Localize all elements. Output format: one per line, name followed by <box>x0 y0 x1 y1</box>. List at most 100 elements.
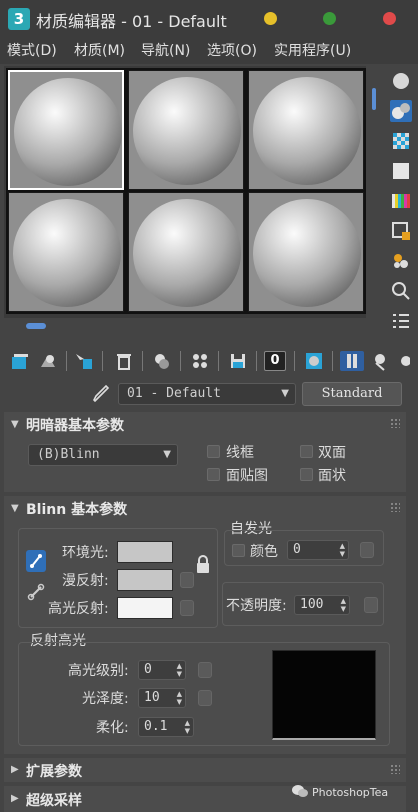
menu-utilities[interactable]: 实用程序(U) <box>274 40 351 60</box>
menu-modes[interactable]: 模式(D) <box>7 40 57 60</box>
wire-label: 线框 <box>226 445 254 461</box>
color-bars-icon[interactable] <box>390 190 412 212</box>
get-material-icon[interactable] <box>10 351 30 371</box>
options-icon[interactable] <box>390 280 412 302</box>
self-illum-spinner[interactable]: 0 ▲ ▼ <box>287 540 349 560</box>
eyedropper-icon[interactable] <box>92 384 110 404</box>
chevron-down-icon: ▼ <box>163 449 171 460</box>
diffuse-map-button[interactable] <box>180 572 194 588</box>
wechat-icon <box>292 785 308 797</box>
material-toolbar: 0 <box>0 345 418 377</box>
menu-navigation[interactable]: 导航(N) <box>141 40 190 60</box>
put-to-scene-icon[interactable] <box>38 351 58 371</box>
wire-checkbox[interactable] <box>207 445 220 458</box>
lock-ambient-diffuse-icon[interactable] <box>26 550 46 572</box>
specular-level-map-button[interactable] <box>198 662 212 678</box>
sample-slot-1[interactable] <box>8 70 124 190</box>
soften-spinner[interactable]: 0.1 ▲ ▼ <box>138 717 194 737</box>
material-id-channel-button[interactable]: 0 <box>264 351 286 371</box>
spinner-arrows-icon: ▲ ▼ <box>176 690 182 706</box>
shader-basic-title: 明暗器基本参数 <box>26 418 124 434</box>
opacity-map-button[interactable] <box>364 597 378 613</box>
sample-slot-4[interactable] <box>8 192 124 312</box>
supersampling-title: 超级采样 <box>26 793 82 809</box>
self-illum-color-label: 颜色 <box>250 544 278 560</box>
lock-icon[interactable] <box>195 554 211 574</box>
window-title: 材质编辑器 - 01 - Default <box>36 12 227 31</box>
chevron-down-icon: ▼ <box>281 388 289 399</box>
minimize-button[interactable] <box>264 12 277 25</box>
grip-icon <box>390 764 400 774</box>
soften-value: 0.1 <box>144 719 168 734</box>
diffuse-label: 漫反射: <box>62 573 109 589</box>
highlight-curve-preview <box>272 650 376 740</box>
material-type-button[interactable]: Standard <box>302 382 402 406</box>
material-name-dropdown[interactable]: 01 - Default ▼ <box>118 383 296 405</box>
material-name-row: 01 - Default ▼ Standard <box>0 380 418 410</box>
glossiness-label: 光泽度: <box>82 691 129 707</box>
assign-to-selection-icon[interactable] <box>74 351 94 371</box>
go-to-parent-icon[interactable] <box>370 351 390 371</box>
grip-icon <box>390 418 400 428</box>
spinner-arrows-icon: ▲ ▼ <box>176 662 182 678</box>
video-check-icon[interactable] <box>390 220 412 242</box>
expand-triangle-icon: ▶ <box>11 764 19 775</box>
ambient-color-swatch[interactable] <box>117 541 173 563</box>
extended-params-rollout: ▶ 扩展参数 <box>4 758 406 782</box>
maximize-button[interactable] <box>323 12 336 25</box>
blinn-basic-header[interactable]: ▼ Blinn 基本参数 <box>4 496 406 522</box>
toolbar-divider <box>66 351 67 371</box>
glossiness-map-button[interactable] <box>198 690 212 706</box>
material-map-navigator-icon[interactable] <box>390 310 412 332</box>
face-map-checkbox[interactable] <box>207 468 220 481</box>
faceted-checkbox[interactable] <box>300 468 313 481</box>
sample-slot-2[interactable] <box>128 70 244 190</box>
checker-background-icon[interactable] <box>390 130 412 152</box>
put-to-library-icon[interactable] <box>228 351 248 371</box>
menu-options[interactable]: 选项(O) <box>207 40 257 60</box>
sphere-icon[interactable] <box>390 70 412 92</box>
menu-material[interactable]: 材质(M) <box>74 40 125 60</box>
toolbar-divider <box>332 351 333 371</box>
two-sided-checkbox[interactable] <box>300 445 313 458</box>
self-illum-map-button[interactable] <box>360 542 374 558</box>
sample-slot-6[interactable] <box>248 192 364 312</box>
specular-color-swatch[interactable] <box>117 597 173 619</box>
link-diffuse-specular-icon[interactable] <box>26 582 46 602</box>
make-unique-icon[interactable] <box>152 351 172 371</box>
show-in-viewport-icon[interactable] <box>304 351 324 371</box>
reset-map-icon[interactable] <box>114 351 134 371</box>
go-forward-icon[interactable] <box>396 351 410 371</box>
shader-type-value: (B)Blinn <box>37 447 100 462</box>
two-sided-label: 双面 <box>318 445 346 461</box>
shader-basic-header[interactable]: ▼ 明暗器基本参数 <box>4 412 406 438</box>
sample-type-icon[interactable] <box>390 100 412 122</box>
extended-params-header[interactable]: ▶ 扩展参数 <box>4 758 406 782</box>
sample-slot-5[interactable] <box>128 192 244 312</box>
show-end-result-icon[interactable] <box>340 351 364 371</box>
spinner-arrows-icon: ▲ ▼ <box>340 597 346 613</box>
expand-triangle-icon: ▶ <box>11 793 19 804</box>
make-preview-icon[interactable] <box>390 250 412 272</box>
toolbar-divider <box>218 351 219 371</box>
self-illum-value: 0 <box>293 542 301 557</box>
sample-slot-grid <box>6 68 366 314</box>
sample-slot-3[interactable] <box>248 70 364 190</box>
spinner-arrows-icon: ▲ ▼ <box>184 719 190 735</box>
specular-level-spinner[interactable]: 0 ▲ ▼ <box>138 660 186 680</box>
soften-label: 柔化: <box>96 720 129 736</box>
self-illum-color-checkbox[interactable] <box>232 544 245 557</box>
specular-map-button[interactable] <box>180 600 194 616</box>
slot-horizontal-scrollbar[interactable] <box>26 323 46 329</box>
slot-vertical-scrollbar[interactable] <box>372 88 376 110</box>
close-button[interactable] <box>383 12 396 25</box>
opacity-spinner[interactable]: 100 ▲ ▼ <box>294 595 350 615</box>
watermark-text: PhotoshopTea <box>312 786 389 799</box>
sample-slot-area <box>4 66 366 318</box>
diffuse-color-swatch[interactable] <box>117 569 173 591</box>
glossiness-spinner[interactable]: 10 ▲ ▼ <box>138 688 186 708</box>
backlight-icon[interactable] <box>390 160 412 182</box>
shader-type-dropdown[interactable]: (B)Blinn ▼ <box>28 444 178 466</box>
copy-material-icon[interactable] <box>190 351 210 371</box>
material-name-value: 01 - Default <box>127 386 221 401</box>
